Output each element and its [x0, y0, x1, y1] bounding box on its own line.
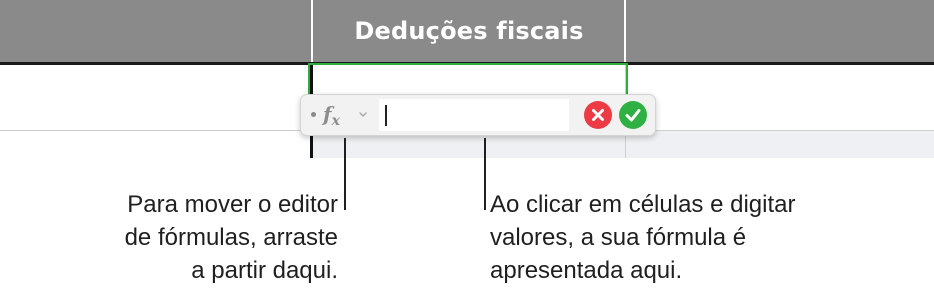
drag-handle-icon[interactable]: [311, 112, 316, 117]
callout-line-text: a partir daqui.: [191, 257, 338, 284]
fx-icon-subscript: x: [331, 113, 340, 129]
checkmark-icon: [625, 109, 641, 122]
callout-move-editor: Para mover o editor de fórmulas, arraste…: [60, 188, 338, 287]
callout-line-text: valores, a sua fórmula é: [490, 224, 747, 251]
column-header-deducoes[interactable]: Deduções fiscais: [312, 0, 626, 62]
callout-leader-line: [484, 138, 486, 210]
chevron-down-icon[interactable]: [357, 108, 369, 120]
callout-line-text: de fórmulas, arraste: [124, 224, 338, 251]
callout-line-text: apresentada aqui.: [490, 257, 683, 284]
column-header-label: Deduções fiscais: [354, 17, 584, 45]
callout-formula-display: Ao clicar em células e digitar valores, …: [490, 188, 910, 287]
text-caret: [385, 105, 387, 126]
callout-line-text: Para mover o editor: [127, 191, 338, 218]
fx-icon-letter: f: [323, 102, 332, 126]
cancel-button[interactable]: [584, 101, 612, 129]
callout-line-text: Ao clicar em células e digitar: [490, 191, 796, 218]
accept-button[interactable]: [619, 101, 647, 129]
cancel-x-icon: [592, 109, 604, 121]
formula-input[interactable]: [379, 99, 569, 131]
fx-icon[interactable]: fx: [323, 99, 353, 129]
formula-editor[interactable]: fx: [300, 94, 656, 136]
table-cell[interactable]: [626, 131, 934, 158]
callout-leader-line: [344, 138, 346, 210]
